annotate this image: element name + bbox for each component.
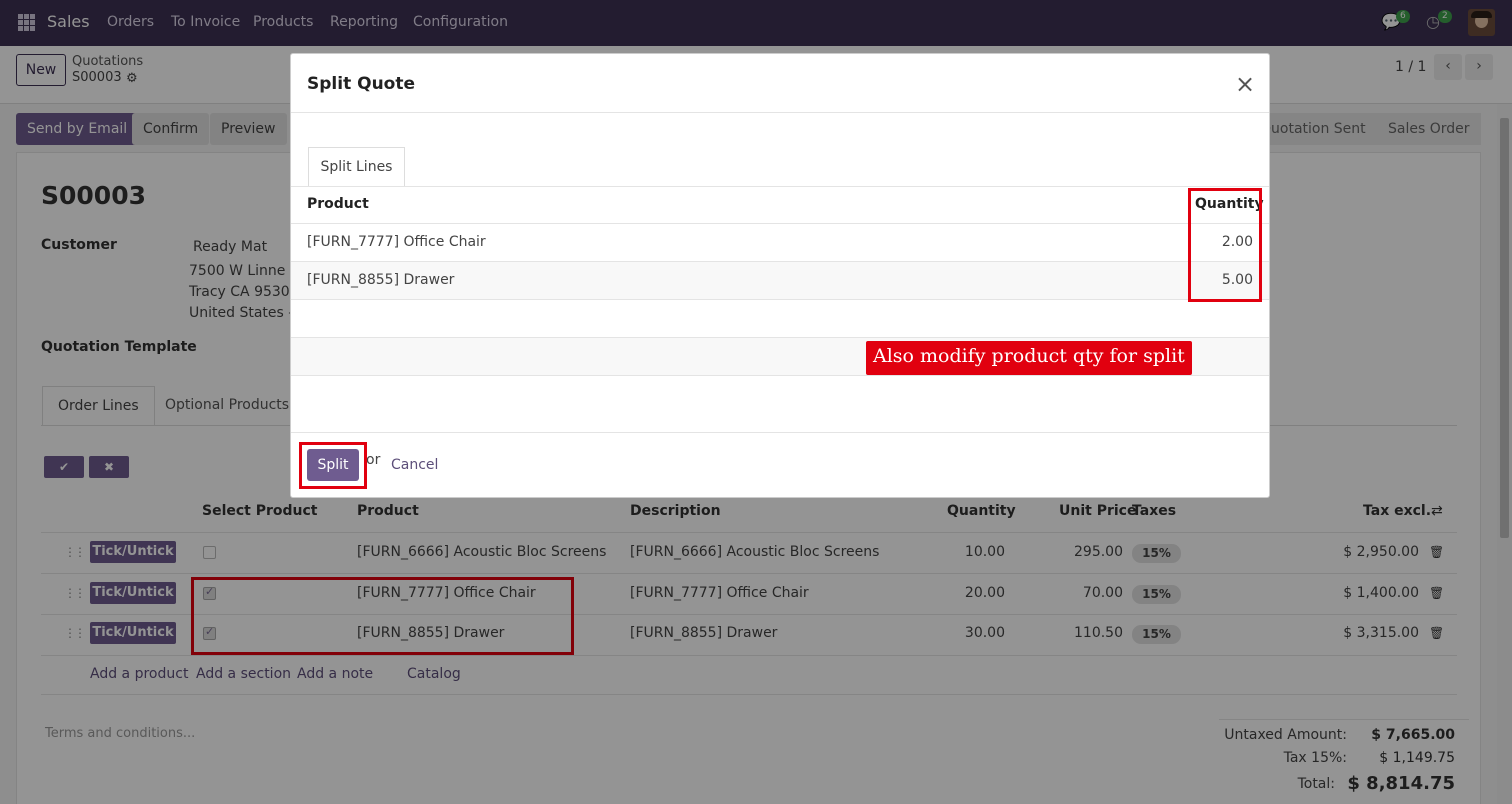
split-line-product[interactable]: [FURN_7777] Office Chair bbox=[307, 234, 486, 250]
divider bbox=[291, 299, 1269, 300]
col-product[interactable]: Product bbox=[307, 196, 369, 212]
or-text: or bbox=[366, 452, 381, 468]
split-line-row: [FURN_7777] Office Chair 2.00 bbox=[291, 224, 1269, 262]
dialog-title: Split Quote bbox=[307, 74, 416, 94]
divider bbox=[291, 432, 1269, 433]
split-line-product[interactable]: [FURN_8855] Drawer bbox=[307, 272, 454, 288]
divider bbox=[291, 375, 1269, 376]
tab-split-lines[interactable]: Split Lines bbox=[308, 147, 405, 187]
split-line-row: [FURN_8855] Drawer 5.00 bbox=[291, 262, 1269, 300]
divider bbox=[291, 186, 1269, 187]
close-icon[interactable]: × bbox=[1235, 70, 1255, 98]
annotation-callout: Also modify product qty for split bbox=[866, 341, 1192, 375]
divider bbox=[291, 112, 1269, 113]
highlight-quantity-column bbox=[1188, 188, 1262, 302]
split-quote-dialog: Split Quote × Split Lines Product Quanti… bbox=[290, 53, 1270, 498]
cancel-button[interactable]: Cancel bbox=[391, 457, 438, 473]
highlight-split-button bbox=[299, 442, 367, 489]
